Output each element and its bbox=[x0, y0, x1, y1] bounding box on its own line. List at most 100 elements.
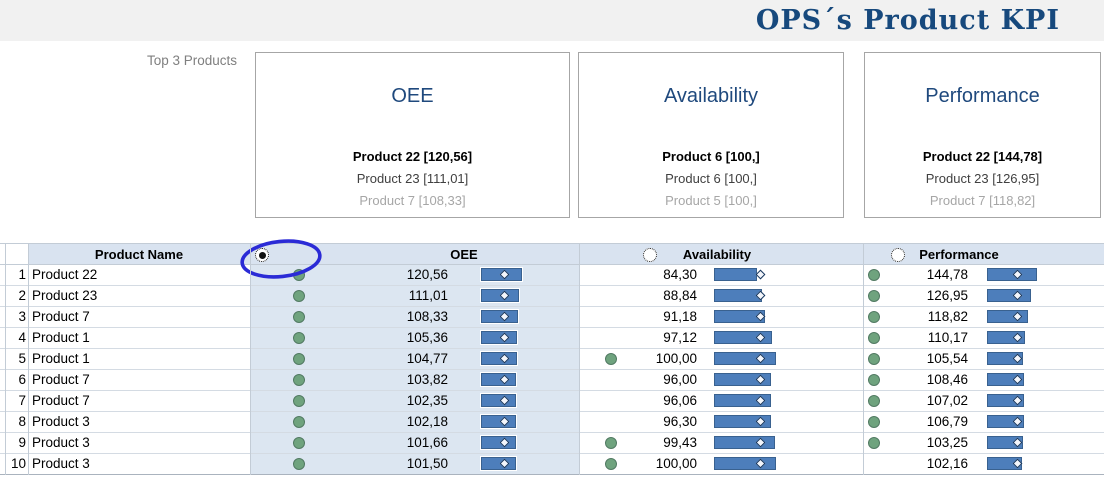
table-body: 1 Product 22 120,56 84,30 144,78 2 Produ… bbox=[0, 265, 1104, 475]
oee-value-cell[interactable]: 105,36 bbox=[358, 328, 448, 348]
oee-status-dot-icon bbox=[293, 269, 305, 281]
kpi-card-top3-list: Product 22 [120,56] Product 23 [111,01] … bbox=[256, 146, 569, 212]
kpi-card[interactable]: Availability Product 6 [100,] Product 6 … bbox=[578, 52, 844, 218]
availability-value-cell[interactable]: 96,30 bbox=[607, 412, 697, 432]
oee-value-cell[interactable]: 102,35 bbox=[358, 391, 448, 411]
product-name-cell[interactable]: Product 22 bbox=[32, 265, 242, 285]
oee-value-cell[interactable]: 101,66 bbox=[358, 433, 448, 453]
product-name-cell[interactable]: Product 3 bbox=[32, 412, 242, 432]
availability-value-cell[interactable]: 88,84 bbox=[607, 286, 697, 306]
oee-value-cell[interactable]: 111,01 bbox=[358, 286, 448, 306]
product-name-cell[interactable]: Product 23 bbox=[32, 286, 242, 306]
column-header-oee[interactable]: OEE bbox=[389, 244, 539, 265]
column-header-performance[interactable]: Performance bbox=[884, 244, 1034, 265]
row-number-cell[interactable]: 4 bbox=[0, 328, 26, 348]
kpi-card-title: OEE bbox=[391, 85, 434, 107]
row-number-cell[interactable]: 6 bbox=[0, 370, 26, 390]
oee-value-cell[interactable]: 103,82 bbox=[358, 370, 448, 390]
row-number-cell[interactable]: 3 bbox=[0, 307, 26, 327]
performance-value-cell[interactable]: 106,79 bbox=[878, 412, 968, 432]
availability-value-cell[interactable]: 97,12 bbox=[607, 328, 697, 348]
product-name-cell[interactable]: Product 1 bbox=[32, 328, 242, 348]
oee-status-dot-icon bbox=[293, 437, 305, 449]
table-row: 2 Product 23 111,01 88,84 126,95 bbox=[0, 286, 1104, 307]
oee-status-dot-icon bbox=[293, 290, 305, 302]
oee-status-dot-icon bbox=[293, 332, 305, 344]
grid-vline bbox=[863, 243, 864, 475]
availability-value-cell[interactable]: 99,43 bbox=[607, 433, 697, 453]
oee-status-dot-icon bbox=[293, 416, 305, 428]
oee-value-cell[interactable]: 120,56 bbox=[358, 265, 448, 285]
availability-value-cell[interactable]: 96,00 bbox=[607, 370, 697, 390]
performance-value-cell[interactable]: 102,16 bbox=[878, 454, 968, 474]
top3-product: Product 5 [100,] bbox=[665, 193, 757, 208]
product-name-cell[interactable]: Product 7 bbox=[32, 391, 242, 411]
performance-value-cell[interactable]: 144,78 bbox=[878, 265, 968, 285]
oee-status-dot-icon bbox=[293, 395, 305, 407]
kpi-card[interactable]: OEE Product 22 [120,56] Product 23 [111,… bbox=[255, 52, 570, 218]
row-number-cell[interactable]: 1 bbox=[0, 265, 26, 285]
row-number-cell[interactable]: 2 bbox=[0, 286, 26, 306]
table-row: 8 Product 3 102,18 96,30 106,79 bbox=[0, 412, 1104, 433]
performance-value-cell[interactable]: 105,54 bbox=[878, 349, 968, 369]
performance-value-cell[interactable]: 118,82 bbox=[878, 307, 968, 327]
oee-databar bbox=[480, 414, 517, 429]
oee-value-cell[interactable]: 101,50 bbox=[358, 454, 448, 474]
product-name-cell[interactable]: Product 7 bbox=[32, 370, 242, 390]
oee-status-dot-icon bbox=[293, 458, 305, 470]
product-name-cell[interactable]: Product 1 bbox=[32, 349, 242, 369]
availability-value-cell[interactable]: 100,00 bbox=[607, 349, 697, 369]
performance-databar bbox=[986, 288, 1032, 303]
product-name-cell[interactable]: Product 3 bbox=[32, 433, 242, 453]
top2-product: Product 23 [111,01] bbox=[356, 171, 469, 186]
oee-sort-target-icon[interactable] bbox=[255, 248, 269, 262]
kpi-card-top3-list: Product 6 [100,] Product 6 [100,] Produc… bbox=[579, 146, 843, 212]
availability-databar bbox=[713, 267, 758, 282]
product-name-cell[interactable]: Product 3 bbox=[32, 454, 242, 474]
table-row: 1 Product 22 120,56 84,30 144,78 bbox=[0, 265, 1104, 286]
row-number-cell[interactable]: 8 bbox=[0, 412, 26, 432]
performance-value-cell[interactable]: 108,46 bbox=[878, 370, 968, 390]
table-header-row: Product Name OEE Availability Performanc… bbox=[0, 239, 1104, 279]
availability-databar bbox=[713, 351, 777, 366]
table-row: 10 Product 3 101,50 100,00 102,16 bbox=[0, 454, 1104, 475]
table-row: 5 Product 1 104,77 100,00 105,54 bbox=[0, 349, 1104, 370]
table-row: 3 Product 7 108,33 91,18 118,82 bbox=[0, 307, 1104, 328]
oee-value-cell[interactable]: 102,18 bbox=[358, 412, 448, 432]
row-number-cell[interactable]: 10 bbox=[0, 454, 26, 474]
oee-value-cell[interactable]: 104,77 bbox=[358, 349, 448, 369]
oee-value-cell[interactable]: 108,33 bbox=[358, 307, 448, 327]
column-header-product-name[interactable]: Product Name bbox=[28, 244, 250, 265]
performance-value-cell[interactable]: 107,02 bbox=[878, 391, 968, 411]
column-header-availability[interactable]: Availability bbox=[642, 244, 792, 265]
availability-databar bbox=[713, 456, 777, 471]
row-number-cell[interactable]: 9 bbox=[0, 433, 26, 453]
availability-value-cell[interactable]: 84,30 bbox=[607, 265, 697, 285]
top1-product: Product 22 [120,56] bbox=[352, 149, 473, 164]
top3-products-label: Top 3 Products bbox=[147, 53, 238, 68]
table-row: 4 Product 1 105,36 97,12 110,17 bbox=[0, 328, 1104, 349]
table-row: 9 Product 3 101,66 99,43 103,25 bbox=[0, 433, 1104, 454]
grid-vline bbox=[5, 243, 6, 475]
top3-product: Product 7 [108,33] bbox=[359, 193, 466, 208]
performance-value-cell[interactable]: 126,95 bbox=[878, 286, 968, 306]
product-name-cell[interactable]: Product 7 bbox=[32, 307, 242, 327]
performance-value-cell[interactable]: 110,17 bbox=[878, 328, 968, 348]
oee-databar bbox=[480, 435, 517, 450]
grid-vline bbox=[579, 243, 580, 475]
availability-value-cell[interactable]: 100,00 bbox=[607, 454, 697, 474]
grid-vline bbox=[250, 243, 251, 475]
oee-databar bbox=[480, 456, 517, 471]
top1-product: Product 22 [144,78] bbox=[922, 149, 1043, 164]
kpi-card[interactable]: Performance Product 22 [144,78] Product … bbox=[864, 52, 1101, 218]
page-title: OPS´s Product KPI bbox=[755, 5, 1060, 36]
oee-status-dot-icon bbox=[293, 374, 305, 386]
kpi-card-top3-list: Product 22 [144,78] Product 23 [126,95] … bbox=[865, 146, 1100, 212]
row-number-cell[interactable]: 7 bbox=[0, 391, 26, 411]
performance-value-cell[interactable]: 103,25 bbox=[878, 433, 968, 453]
availability-value-cell[interactable]: 96,06 bbox=[607, 391, 697, 411]
kpi-card-title: Performance bbox=[925, 85, 1040, 107]
row-number-cell[interactable]: 5 bbox=[0, 349, 26, 369]
availability-value-cell[interactable]: 91,18 bbox=[607, 307, 697, 327]
top1-product: Product 6 [100,] bbox=[662, 149, 760, 164]
